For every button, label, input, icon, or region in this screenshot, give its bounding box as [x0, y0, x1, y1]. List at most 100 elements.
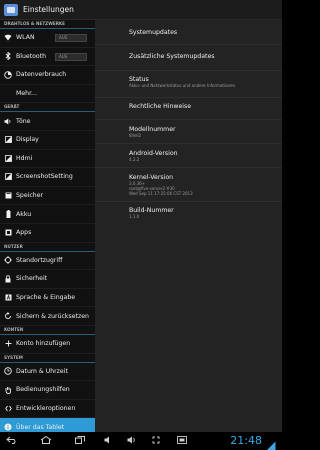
- plus-icon: [4, 340, 12, 348]
- sidebar-item-label: Konto hinzufügen: [16, 340, 71, 348]
- sidebar-item-backup[interactable]: Sichern & zurücksetzen: [0, 307, 95, 326]
- sidebar-item-hdmi[interactable]: Hdmi: [0, 150, 95, 169]
- wifi-signal-icon: [266, 436, 276, 450]
- extra-updates-item[interactable]: Zusätzliche Systemupdates: [95, 45, 282, 71]
- kernel-version-title: Kernel-Version: [129, 174, 174, 181]
- hand-icon: [4, 386, 12, 394]
- screenshot-icon: [4, 173, 12, 181]
- sidebar-item-label: Mehr...: [16, 90, 37, 98]
- sidebar-item-label: Sicherheit: [16, 275, 48, 283]
- display-icon: [4, 136, 12, 144]
- hdmi-icon: [4, 154, 12, 162]
- data-usage-icon: [4, 71, 12, 79]
- backup-icon: [4, 312, 12, 320]
- sidebar-item-developer[interactable]: Entwickleroptionen: [0, 400, 95, 419]
- developer-icon: [4, 404, 12, 412]
- expand-icon[interactable]: [146, 436, 166, 447]
- sidebar-item-about[interactable]: Über das Tablet: [0, 418, 95, 432]
- android-version-value: 4.2.2: [129, 157, 140, 162]
- sidebar-item-accessibility[interactable]: Bedienungshilfen: [0, 381, 95, 400]
- status-subtitle: Akku- und Netzwerkstatus und andere Info…: [129, 83, 236, 88]
- volume-down-icon[interactable]: [98, 436, 118, 447]
- sidebar-item-sounds[interactable]: Töne: [0, 112, 95, 131]
- section-header-users: NUTZER: [0, 243, 95, 252]
- section-header-accounts: KONTEN: [0, 326, 95, 335]
- sidebar-item-label: Sprache & Eingabe: [16, 294, 76, 302]
- sidebar-item-label: Datum & Uhrzeit: [16, 367, 68, 375]
- recent-apps-icon[interactable]: [70, 435, 90, 447]
- sidebar-item-label: Hdmi: [16, 154, 33, 162]
- sidebar-item-location[interactable]: Standortzugriff: [0, 252, 95, 271]
- status-item[interactable]: Status Akku- und Netzwerkstatus und ande…: [95, 71, 282, 98]
- sidebar-item-more[interactable]: Mehr...: [0, 85, 95, 104]
- screenshot-notification-icon: [172, 435, 192, 447]
- sidebar-item-label: Datenverbrauch: [16, 71, 67, 79]
- sidebar-item-data-usage[interactable]: Datenverbrauch: [0, 66, 95, 85]
- status-title: Status: [129, 76, 149, 83]
- sidebar-item-security[interactable]: Sicherheit: [0, 270, 95, 289]
- sidebar-item-storage[interactable]: Speicher: [0, 187, 95, 206]
- android-version-title: Android-Version: [129, 150, 178, 157]
- system-updates-label: Systemupdates: [129, 29, 178, 36]
- sidebar-item-label: Display: [16, 136, 39, 144]
- action-bar: Einstellungen: [0, 0, 282, 20]
- sidebar-item-label: Akku: [16, 210, 32, 218]
- clock-icon: [4, 367, 12, 376]
- system-navigation-bar: 21:48: [0, 432, 282, 450]
- sidebar-item-label: Bedienungshilfen: [16, 386, 70, 394]
- sidebar-item-label: Töne: [16, 117, 31, 125]
- extra-updates-label: Zusätzliche Systemupdates: [129, 53, 215, 60]
- language-icon: [4, 294, 12, 302]
- section-header-system: SYSTEM: [0, 354, 95, 363]
- about-content-pane: Systemupdates Zusätzliche Systemupdates …: [95, 20, 282, 432]
- model-title: Modellnummer: [129, 126, 176, 133]
- sidebar-item-label: Standortzugriff: [16, 256, 63, 264]
- page-title: Einstellungen: [23, 5, 74, 14]
- apps-icon: [4, 229, 12, 237]
- model-item: Modellnummer 8Vell2: [95, 120, 282, 144]
- kernel-version-item: Kernel-Version 3.0.36+ root@five-server2…: [95, 168, 282, 202]
- sidebar-item-bluetooth[interactable]: Bluetooth AUS: [0, 48, 95, 67]
- status-clock: 21:48: [230, 434, 262, 447]
- system-updates-item[interactable]: Systemupdates: [95, 20, 282, 45]
- info-icon: [4, 423, 12, 431]
- bluetooth-toggle[interactable]: AUS: [55, 52, 87, 61]
- sidebar-item-apps[interactable]: Apps: [0, 224, 95, 243]
- section-header-device: GERÄT: [0, 103, 95, 113]
- sidebar-item-display[interactable]: Display: [0, 131, 95, 150]
- sidebar-item-label: Sichern & zurücksetzen: [16, 312, 89, 320]
- home-icon[interactable]: [36, 435, 56, 447]
- section-header-wireless: DRAHTLOS & NETZWERKE: [0, 20, 95, 29]
- settings-sidebar: DRAHTLOS & NETZWERKE WLAN AUS Bluetooth …: [0, 20, 95, 432]
- storage-icon: [4, 192, 12, 200]
- legal-item[interactable]: Rechtliche Hinweise: [95, 98, 282, 120]
- sidebar-item-datetime[interactable]: Datum & Uhrzeit: [0, 363, 95, 382]
- settings-app-icon[interactable]: [4, 3, 18, 16]
- build-number-item[interactable]: Build-Nummer 1.1.0: [95, 202, 282, 226]
- sidebar-item-label: Apps: [16, 229, 32, 237]
- lock-icon: [4, 275, 12, 283]
- battery-icon: [4, 210, 12, 219]
- speaker-icon: [4, 117, 12, 125]
- sidebar-item-label: ScreenshotSetting: [16, 173, 73, 181]
- sidebar-item-language[interactable]: Sprache & Eingabe: [0, 289, 95, 308]
- sidebar-item-screenshot[interactable]: ScreenshotSetting: [0, 168, 95, 187]
- sidebar-item-wlan[interactable]: WLAN AUS: [0, 29, 95, 48]
- build-number-value: 1.1.0: [129, 214, 140, 219]
- back-icon[interactable]: [2, 436, 22, 447]
- bluetooth-icon: [4, 52, 12, 61]
- volume-up-icon[interactable]: [122, 436, 142, 447]
- build-number-title: Build-Nummer: [129, 207, 174, 214]
- kernel-version-line3: Wed Sep 11 17:25:06 CST 2013: [129, 191, 193, 196]
- location-icon: [4, 256, 12, 265]
- legal-label: Rechtliche Hinweise: [129, 103, 192, 110]
- sidebar-item-battery[interactable]: Akku: [0, 205, 95, 224]
- sidebar-item-label: Entwickleroptionen: [16, 404, 76, 412]
- sidebar-item-label: Speicher: [16, 192, 44, 200]
- android-version-item[interactable]: Android-Version 4.2.2: [95, 144, 282, 168]
- sidebar-item-add-account[interactable]: Konto hinzufügen: [0, 335, 95, 354]
- wifi-icon: [4, 34, 12, 42]
- wlan-toggle[interactable]: AUS: [55, 34, 87, 42]
- model-value: 8Vell2: [129, 133, 142, 138]
- sidebar-item-label: Über das Tablet: [16, 423, 65, 431]
